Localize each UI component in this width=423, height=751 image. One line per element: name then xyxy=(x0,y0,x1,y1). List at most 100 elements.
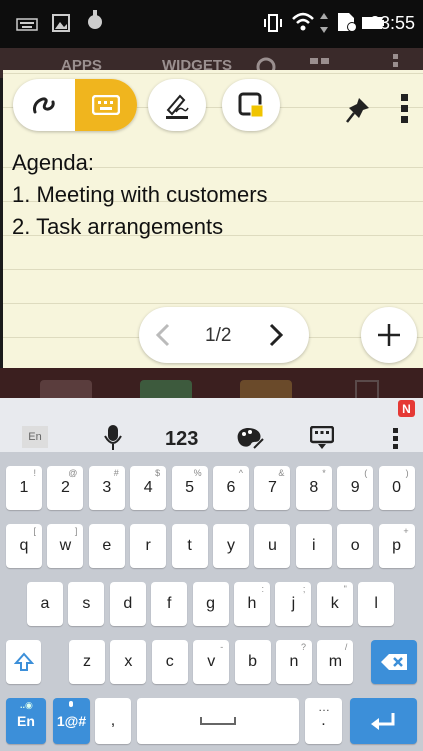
key-label: n xyxy=(289,653,299,670)
note-color-button[interactable] xyxy=(222,79,280,131)
backspace-icon xyxy=(381,654,407,670)
key-hint: % xyxy=(193,468,202,478)
language-button[interactable]: En xyxy=(22,426,48,448)
language-key[interactable]: ..◉ En xyxy=(6,698,46,744)
data-arrows-icon xyxy=(320,13,328,33)
numbers-button[interactable]: 123 xyxy=(165,428,198,451)
key-f[interactable]: f xyxy=(151,582,188,626)
hide-keyboard-icon[interactable] xyxy=(310,426,334,450)
key-g[interactable]: g xyxy=(192,582,229,626)
pin-icon[interactable] xyxy=(345,96,371,124)
key-l[interactable]: l xyxy=(358,582,395,626)
key-label: g xyxy=(206,595,216,612)
key-1[interactable]: 1! xyxy=(6,466,42,510)
key-s[interactable]: s xyxy=(68,582,105,626)
key-label: o xyxy=(350,537,360,554)
pen-settings-button[interactable] xyxy=(148,79,206,131)
key-2[interactable]: 2 @ xyxy=(47,466,84,510)
key-7[interactable]: 7 & xyxy=(254,466,291,510)
language-key-label: En xyxy=(17,713,35,729)
key-8[interactable]: 8 * xyxy=(295,466,332,510)
handwriting-mode-button[interactable] xyxy=(13,79,75,131)
key-hint: @ xyxy=(68,468,78,478)
key-y[interactable]: y xyxy=(213,524,249,568)
next-page-icon[interactable] xyxy=(268,323,284,347)
note-line[interactable]: 1. Meeting with customers xyxy=(12,182,268,208)
note-line[interactable]: 2. Task arrangements xyxy=(12,214,223,240)
gallery-notification-icon xyxy=(52,14,70,32)
key-j[interactable]: j; xyxy=(275,582,312,626)
key-9[interactable]: 9( xyxy=(337,466,374,510)
key-label: 1 xyxy=(19,479,29,496)
symbols-key[interactable]: 1@# xyxy=(53,698,90,744)
home-screen-background xyxy=(0,368,423,400)
backspace-key[interactable] xyxy=(371,640,417,684)
key-hint: + xyxy=(403,526,409,536)
key-k[interactable]: k " xyxy=(316,582,353,626)
key-label: t xyxy=(187,537,192,554)
key-label: i xyxy=(312,537,316,554)
key-hint: ? xyxy=(300,642,306,652)
key-z[interactable]: z xyxy=(69,640,105,684)
key-t[interactable]: t xyxy=(171,524,208,568)
key-label: 6 xyxy=(226,479,236,496)
key-label: j xyxy=(291,595,296,612)
theme-palette-icon[interactable] xyxy=(236,426,264,450)
period-key[interactable]: … . xyxy=(305,698,342,744)
note-line[interactable]: Agenda: xyxy=(12,150,94,176)
key-label: k xyxy=(330,595,339,612)
key-5[interactable]: 5% xyxy=(171,466,208,510)
key-o[interactable]: o xyxy=(337,524,374,568)
key-label: p xyxy=(392,537,402,554)
key-label: v xyxy=(207,653,216,670)
key-label: 0 xyxy=(392,479,402,496)
previous-page-icon[interactable] xyxy=(155,323,171,347)
key-v[interactable]: v- xyxy=(193,640,230,684)
key-a[interactable]: a xyxy=(27,582,63,626)
key-label: h xyxy=(247,595,257,612)
key-0[interactable]: 0) xyxy=(378,466,415,510)
clock: 03:55 xyxy=(369,13,415,33)
key-e[interactable]: e xyxy=(88,524,125,568)
key-hint: ) xyxy=(405,468,409,478)
comma-label: , xyxy=(110,712,116,729)
key-u[interactable]: u xyxy=(254,524,291,568)
key-hint: & xyxy=(278,468,285,478)
key-hint: $ xyxy=(155,468,161,478)
space-key[interactable] xyxy=(137,698,299,744)
key-c[interactable]: c xyxy=(151,640,188,684)
note-color-icon xyxy=(238,92,264,118)
comma-key[interactable]: , xyxy=(95,698,131,744)
keyboard-menu-icon[interactable] xyxy=(393,428,399,450)
key-x[interactable]: x xyxy=(110,640,147,684)
key-i[interactable]: i xyxy=(295,524,332,568)
key-label: x xyxy=(124,653,133,670)
key-m[interactable]: m / xyxy=(317,640,354,684)
key-q[interactable]: q[ xyxy=(6,524,42,568)
key-label: y xyxy=(227,537,235,554)
shift-key[interactable] xyxy=(6,640,41,684)
more-options-icon[interactable] xyxy=(401,94,409,124)
key-h[interactable]: h: xyxy=(234,582,270,626)
key-6[interactable]: 6 ^ xyxy=(213,466,249,510)
key-w[interactable]: w] xyxy=(47,524,84,568)
key-label: 9 xyxy=(350,479,360,496)
plus-icon xyxy=(378,324,400,346)
key-3[interactable]: 3 # xyxy=(88,466,125,510)
key-hint: ; xyxy=(302,584,306,594)
key-label: z xyxy=(83,653,91,670)
key-label: u xyxy=(267,537,277,554)
enter-key[interactable] xyxy=(350,698,417,744)
key-n[interactable]: n? xyxy=(276,640,312,684)
keyboard-notification-icon xyxy=(16,18,38,31)
keyboard-mode-button[interactable] xyxy=(75,79,137,131)
key-p[interactable]: p + xyxy=(378,524,415,568)
key-r[interactable]: r xyxy=(130,524,167,568)
add-page-button[interactable] xyxy=(361,307,417,363)
key-d[interactable]: d xyxy=(109,582,146,626)
microphone-icon[interactable] xyxy=(104,424,122,452)
key-4[interactable]: 4 $ xyxy=(130,466,167,510)
key-label: 5 xyxy=(185,479,195,496)
key-b[interactable]: b xyxy=(234,640,271,684)
key-label: r xyxy=(145,537,151,554)
